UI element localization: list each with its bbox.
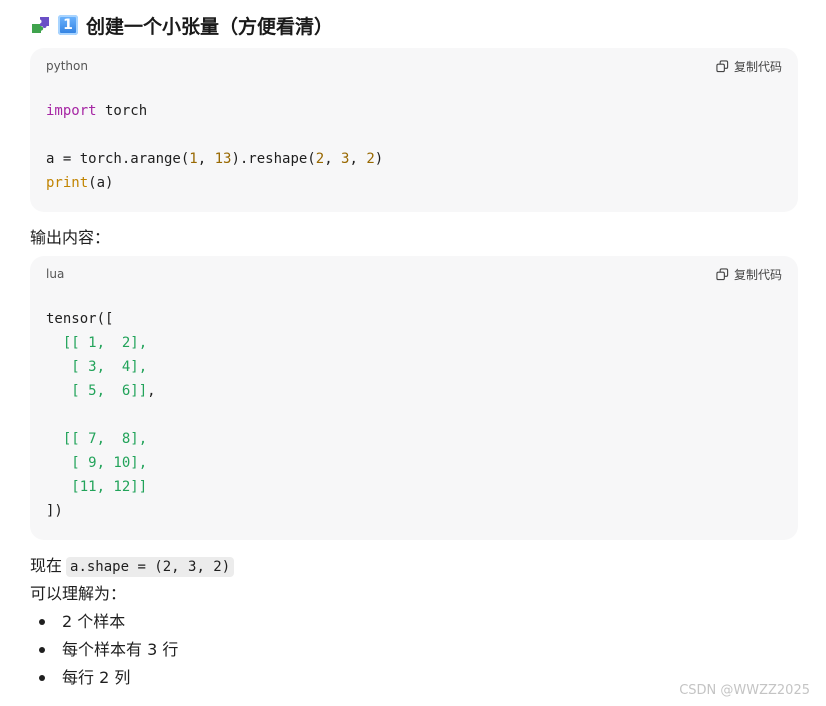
bullet-dot-icon <box>39 647 45 653</box>
code-token: , <box>197 151 215 167</box>
shape-line: 现在 a.shape = (2, 3, 2) <box>30 552 235 577</box>
bullet-list: 2 个样本 每个样本有 3 行 每行 2 列 <box>30 608 178 692</box>
code-token: print <box>46 175 89 191</box>
understand-label: 可以理解为： <box>30 584 127 603</box>
list-item-text: 每行 2 列 <box>62 668 131 687</box>
list-item: 2 个样本 <box>30 608 178 636</box>
code-token: [ 9, 10], <box>46 455 148 471</box>
output-label: 输出内容： <box>30 228 111 247</box>
code-token: , <box>324 151 342 167</box>
code-token: , <box>349 151 367 167</box>
code-token: [[ 7, 8], <box>46 431 148 447</box>
code-content: tensor([ [[ 1, 2], [ 3, 4], [ 5, 6]], [[… <box>46 307 156 523</box>
code-token: ) <box>374 151 384 167</box>
keycap-one-icon: 1 <box>58 15 78 35</box>
code-token: 1 <box>189 151 198 167</box>
copy-icon <box>716 60 729 73</box>
section-heading: 1 创建一个小张量（方便看清） <box>30 10 333 40</box>
list-item: 每行 2 列 <box>30 664 178 692</box>
copy-icon <box>716 268 729 281</box>
code-token: 13 <box>214 151 232 167</box>
shape-prefix: 现在 <box>30 556 63 575</box>
code-token: [ 5, 6]] <box>46 383 148 399</box>
copy-code-button[interactable]: 复制代码 <box>716 266 782 283</box>
code-token: ).reshape( <box>231 151 316 167</box>
list-item-text: 2 个样本 <box>62 612 126 631</box>
code-language-label: lua <box>46 267 65 281</box>
list-item: 每个样本有 3 行 <box>30 636 178 664</box>
code-token: , <box>147 383 156 399</box>
inline-code: a.shape = (2, 3, 2) <box>66 557 235 577</box>
copy-code-label: 复制代码 <box>733 268 782 282</box>
list-item-text: 每个样本有 3 行 <box>62 640 179 659</box>
code-block-output: lua 复制代码 tensor([ [[ 1, 2], [ 3, 4], [ 5… <box>30 256 798 540</box>
code-token: [ 3, 4], <box>46 359 148 375</box>
bullet-dot-icon <box>39 675 45 681</box>
copy-code-label: 复制代码 <box>733 60 782 74</box>
code-token: a = torch.arange( <box>46 151 190 167</box>
code-token: ]) <box>46 503 63 519</box>
code-language-label: python <box>46 59 88 73</box>
heading-text: 创建一个小张量（方便看清） <box>86 15 334 38</box>
code-content: import torch a = torch.arange(1, 13).res… <box>46 99 383 195</box>
code-token: tensor([ <box>46 311 114 327</box>
copy-code-button[interactable]: 复制代码 <box>716 58 782 75</box>
code-token: [11, 12]] <box>46 479 148 495</box>
code-token: import <box>46 103 97 119</box>
code-token: 2 <box>315 151 325 167</box>
watermark: CSDN @WWZZ2025 <box>679 683 810 698</box>
code-token: [[ 1, 2], <box>46 335 148 351</box>
code-token: (a) <box>88 175 114 191</box>
code-token: 2 <box>366 151 375 167</box>
bullet-dot-icon <box>39 619 45 625</box>
code-block-python: python 复制代码 import torch a = torch.arang… <box>30 48 798 212</box>
code-token: torch <box>96 103 148 119</box>
puzzle-piece-icon <box>32 17 49 33</box>
